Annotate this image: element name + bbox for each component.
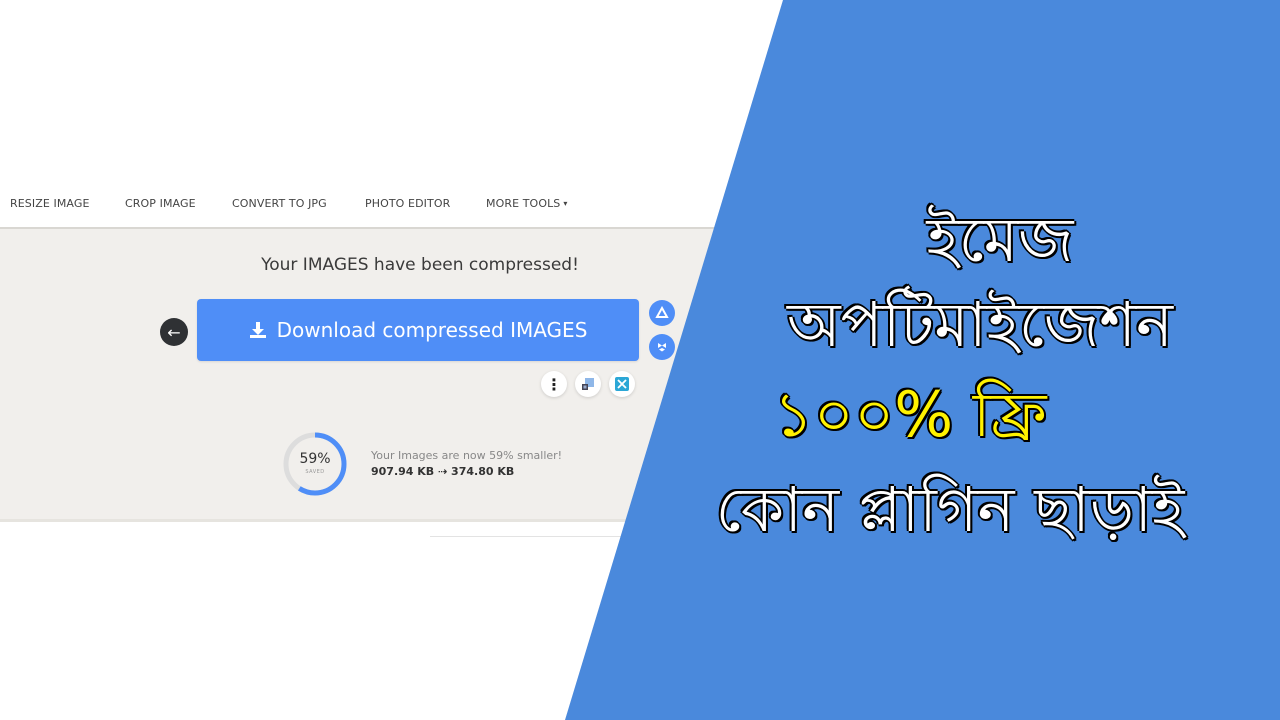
qr-image-icon (582, 378, 594, 390)
dropbox-button[interactable] (649, 334, 675, 360)
download-icon (249, 321, 267, 339)
nav-crop-image[interactable]: CROP IMAGE (125, 197, 196, 210)
percent-saved-label: 59% (299, 451, 331, 467)
nav-convert-to-jpg[interactable]: CONVERT TO JPG (232, 197, 327, 210)
banner-line-3: ১০০% ফ্রি (773, 378, 1047, 451)
divider (430, 536, 670, 537)
saved-sublabel: SAVED (305, 469, 325, 475)
back-button[interactable]: ← (160, 318, 188, 346)
caret-down-icon: ▾ (563, 199, 568, 208)
banner-line-4: কোন প্লাগিন ছাড়াই (715, 473, 1185, 546)
arrow-left-icon: ← (167, 322, 181, 342)
top-nav: RESIZE IMAGE CROP IMAGE CONVERT TO JPG P… (0, 183, 760, 229)
banner-line-1: ইমেজ (926, 203, 1074, 276)
more-options-button[interactable]: ⋮ (541, 371, 567, 397)
dropbox-icon (658, 343, 666, 352)
nav-more-tools-label: MORE TOOLS (486, 197, 561, 210)
nav-resize-image[interactable]: RESIZE IMAGE (10, 197, 90, 210)
qr-share-button[interactable] (575, 371, 601, 397)
more-vertical-icon: ⋮ (546, 374, 562, 394)
size-comparison: 907.94 KB ⇢ 374.80 KB (371, 465, 515, 478)
google-drive-button[interactable] (649, 300, 675, 326)
savings-message: Your Images are now 59% smaller! (371, 449, 563, 462)
banner-line-2: অপটিমাইজেশন (786, 288, 1174, 361)
google-drive-icon (655, 306, 669, 318)
expand-icon (615, 377, 629, 391)
download-label: Download compressed IMAGES (276, 318, 588, 342)
compressed-headline: Your IMAGES have been compressed! (261, 255, 579, 275)
nav-more-tools[interactable]: MORE TOOLS ▾ (486, 197, 568, 210)
download-compressed-button[interactable]: Download compressed IMAGES (197, 299, 639, 361)
fullscreen-button[interactable] (609, 371, 635, 397)
nav-photo-editor[interactable]: PHOTO EDITOR (365, 197, 450, 210)
